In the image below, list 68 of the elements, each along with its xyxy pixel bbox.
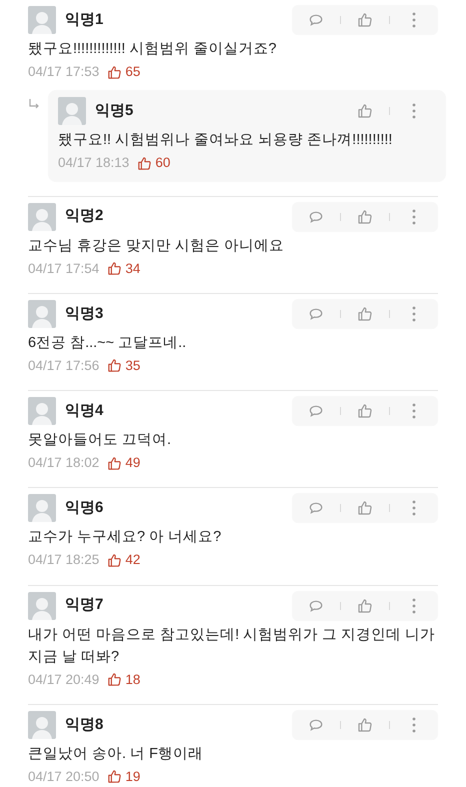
avatar-icon <box>28 300 56 328</box>
comment-time: 04/17 17:53 <box>28 63 100 81</box>
author-name: 익명2 <box>65 206 104 226</box>
thumbs-up-icon <box>357 208 373 224</box>
thumbs-up-icon <box>107 672 122 688</box>
author-name: 익명3 <box>65 304 104 324</box>
comment-time: 04/17 17:54 <box>28 260 100 278</box>
comment-text: 됐구요!!!!!!!!!!!!! 시험범위 줄이실거죠? <box>28 40 278 59</box>
like-count: 65 <box>107 62 140 82</box>
comment-time: 04/17 20:49 <box>28 670 100 688</box>
more-icon <box>412 716 416 733</box>
comment-time: 04/17 18:13 <box>58 154 130 172</box>
comment-time: 04/17 18:25 <box>28 551 100 570</box>
more-icon <box>412 12 416 28</box>
avatar-icon <box>28 494 56 522</box>
like-count: 18 <box>107 670 140 690</box>
thumbs-up-icon <box>137 156 152 171</box>
like-count: 35 <box>107 356 140 376</box>
comment-time: 04/17 20:50 <box>28 768 100 786</box>
thumbs-up-icon <box>357 500 373 516</box>
avatar-icon <box>28 6 56 34</box>
speech-bubble-icon <box>308 403 324 419</box>
comment-time: 04/17 18:02 <box>28 454 100 472</box>
speech-bubble-icon <box>308 500 324 516</box>
avatar-icon <box>58 97 86 126</box>
more-icon <box>412 500 416 516</box>
like-count: 42 <box>107 550 140 570</box>
thumbs-up-icon <box>357 306 373 322</box>
thumbs-up-icon <box>107 358 122 374</box>
thumbs-up-icon <box>357 103 373 120</box>
more-icon <box>412 403 416 419</box>
thumbs-up-icon <box>107 261 122 276</box>
avatar-icon <box>28 397 56 425</box>
more-icon <box>412 208 416 224</box>
author-name: 익명1 <box>65 10 104 30</box>
like-count: 34 <box>107 258 140 279</box>
comment-text: 못알아들어도 끄덕여. <box>28 431 172 450</box>
author-name: 익명8 <box>65 714 104 734</box>
author-name: 익명6 <box>65 498 104 518</box>
speech-bubble-icon <box>308 12 324 28</box>
thumbs-up-icon <box>357 12 373 28</box>
comment-text: 됐구요!! 시험범위나 줄여놔요 뇌용량 존나껴!!!!!!!!!! <box>58 131 394 150</box>
thumbs-up-icon <box>357 598 373 614</box>
like-count: 19 <box>107 766 140 787</box>
thumbs-up-icon <box>107 64 122 80</box>
thumbs-up-icon <box>107 769 122 784</box>
thumbs-up-icon <box>357 403 373 419</box>
comment-time: 04/17 17:56 <box>28 356 100 375</box>
like-count: 49 <box>107 453 140 474</box>
more-icon <box>412 103 416 120</box>
comment-text: 교수가 누구세요? 아 너세요? <box>28 528 222 548</box>
thumbs-up-icon <box>357 716 373 733</box>
comment-text: 큰일났어 송아. 너 F행이래 <box>28 744 204 764</box>
thumbs-up-icon <box>107 456 122 471</box>
author-name: 익명7 <box>65 595 104 616</box>
avatar-icon <box>28 202 56 230</box>
comment-text: 내가 어떤 마음으로 참고있는데! 시험범위가 그 지경인데 니가 지금 날 떠봐? <box>28 626 436 666</box>
more-icon <box>412 598 416 614</box>
avatar-icon <box>28 592 56 620</box>
comment-text: 6전공 참...~~ 고달프네.. <box>28 334 188 353</box>
more-icon <box>412 306 416 322</box>
thumbs-up-icon <box>107 552 122 568</box>
author-name: 익명5 <box>95 101 134 121</box>
author-name: 익명4 <box>65 400 104 421</box>
comment-text: 교수님 휴강은 맞지만 시험은 아니에요 <box>28 236 286 256</box>
like-count: 60 <box>137 153 170 174</box>
avatar-icon <box>28 710 56 739</box>
reply-arrow-icon <box>28 98 40 110</box>
